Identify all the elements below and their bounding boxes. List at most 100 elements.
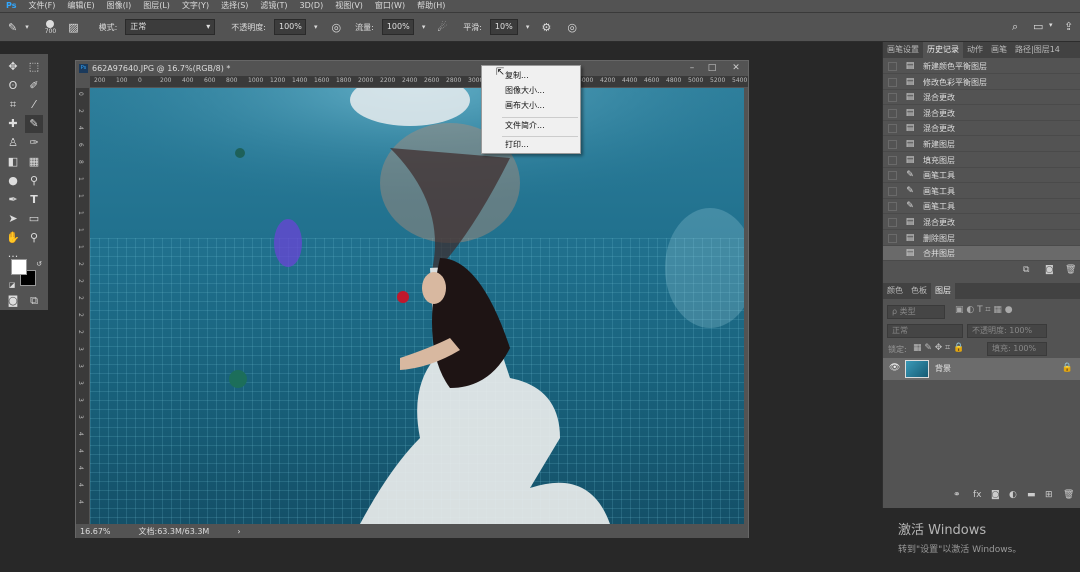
share-icon[interactable]: ⇪ xyxy=(1064,20,1073,33)
history-source-checkbox[interactable] xyxy=(888,77,897,87)
brush-tool-icon[interactable]: ✎ xyxy=(25,115,43,133)
new-layer-icon[interactable]: ⊞ xyxy=(1045,490,1053,500)
blend-mode-select[interactable]: 正常 xyxy=(887,324,963,338)
chevron-down-icon[interactable]: ▾ xyxy=(314,23,318,31)
menu-item-print[interactable]: 打印... xyxy=(482,138,580,152)
trash-icon[interactable]: 🗑 xyxy=(1065,265,1076,275)
menu-edit[interactable]: 编辑(E) xyxy=(67,0,94,12)
crop-tool-icon[interactable]: ⌗ xyxy=(4,96,22,114)
tab-paths[interactable]: 路径|图层14 xyxy=(1011,42,1064,58)
history-state[interactable]: ▤ 新建颜色平衡图层 xyxy=(883,59,1080,74)
minimize-icon[interactable]: – xyxy=(682,61,702,75)
trash-icon[interactable]: 🗑 xyxy=(1063,490,1074,500)
tab-actions[interactable]: 动作 xyxy=(963,42,987,58)
swap-colors-icon[interactable]: ↺ xyxy=(30,255,48,273)
menu-select[interactable]: 选择(S) xyxy=(221,0,248,12)
blur-tool-icon[interactable]: ● xyxy=(4,172,22,190)
add-mask-icon[interactable]: ◙ xyxy=(991,490,1000,500)
move-tool-icon[interactable]: ✥ xyxy=(4,58,22,76)
fx-icon[interactable]: fx xyxy=(973,490,982,500)
menu-item-canvas-size[interactable]: 画布大小... xyxy=(482,99,580,113)
menu-window[interactable]: 窗口(W) xyxy=(375,0,405,12)
history-state[interactable]: ✎ 画笔工具 xyxy=(883,168,1080,184)
history-state[interactable]: ▤ 混合更改 xyxy=(883,215,1080,230)
vertical-ruler[interactable]: 0 2 4 6 8 1 1 1 1 1 2 2 2 2 2 3 3 3 3 3 4 4 4 4 4 xyxy=(76,88,90,524)
history-source-checkbox[interactable] xyxy=(888,202,897,212)
history-state[interactable]: ▤ 混合更改 xyxy=(883,121,1080,137)
ps-logo-icon[interactable]: Ps xyxy=(6,0,16,12)
gradient-tool-icon[interactable]: ▦ xyxy=(25,153,43,171)
hand-tool-icon[interactable]: ✋ xyxy=(4,229,22,247)
smoothing-field[interactable]: 10% xyxy=(489,19,518,35)
brush-tool-icon[interactable]: ✎ xyxy=(8,21,17,34)
menu-file[interactable]: 文件(F) xyxy=(28,0,55,12)
airbrush-icon[interactable]: ☄ xyxy=(437,21,447,34)
pen-tool-icon[interactable]: ✒ xyxy=(4,191,22,209)
shape-tool-icon[interactable]: ▭ xyxy=(25,210,43,228)
screen-mode-icon[interactable]: ⧉ xyxy=(25,292,43,310)
history-state[interactable]: ▤ 填充图层 xyxy=(883,153,1080,168)
lasso-tool-icon[interactable]: ʘ xyxy=(4,77,22,95)
chevron-down-icon[interactable]: ▾ xyxy=(1049,21,1053,29)
history-source-checkbox[interactable] xyxy=(888,108,897,118)
history-source-checkbox[interactable] xyxy=(888,93,897,103)
history-state[interactable]: ▤ 混合更改 xyxy=(883,106,1080,121)
quick-select-tool-icon[interactable]: ✐ xyxy=(25,77,43,95)
adjustment-layer-icon[interactable]: ◐ xyxy=(1009,490,1017,500)
history-source-checkbox[interactable] xyxy=(888,218,897,227)
pressure-opacity-icon[interactable]: ◎ xyxy=(332,21,342,34)
chevron-down-icon[interactable]: ▾ xyxy=(25,23,29,31)
history-state[interactable]: ✎ 画笔工具 xyxy=(883,199,1080,215)
menu-3d[interactable]: 3D(D) xyxy=(300,0,324,12)
foreground-color-swatch[interactable] xyxy=(11,259,27,275)
workspace-icon[interactable]: ▭ xyxy=(1033,20,1043,33)
tab-brush-settings[interactable]: 画笔设置 xyxy=(883,42,923,58)
horizontal-ruler[interactable]: 200 100 0 200 400 600 800 1000 1200 1400 1600 1800 2… xyxy=(90,76,748,88)
history-state[interactable]: ▤ 删除图层 xyxy=(883,231,1080,246)
menu-type[interactable]: 文字(Y) xyxy=(182,0,209,12)
menu-layer[interactable]: 图层(L) xyxy=(143,0,170,12)
tab-history[interactable]: 历史记录 xyxy=(923,42,963,58)
marquee-tool-icon[interactable]: ⬚ xyxy=(25,58,43,76)
close-icon[interactable]: ✕ xyxy=(726,61,746,75)
pressure-size-icon[interactable]: ◎ xyxy=(567,21,577,34)
history-source-checkbox[interactable] xyxy=(888,62,897,71)
history-source-checkbox[interactable] xyxy=(888,140,897,149)
history-source-checkbox[interactable] xyxy=(888,186,897,196)
history-brush-tool-icon[interactable]: ✑ xyxy=(25,134,43,152)
document-tab[interactable]: Ps 662A97640.JPG @ 16.7%(RGB/8) * – □ ✕ xyxy=(76,61,748,76)
history-source-checkbox[interactable] xyxy=(888,171,897,181)
history-state[interactable]: ▤ 修改色彩平衡图层 xyxy=(883,75,1080,90)
menu-image[interactable]: 图像(I) xyxy=(107,0,132,12)
new-document-from-state-icon[interactable]: ⧉ xyxy=(1023,265,1029,275)
layer-filter-kind[interactable]: ρ 类型 xyxy=(887,305,945,319)
tab-brushes[interactable]: 画笔 xyxy=(987,42,1011,58)
chevron-down-icon[interactable]: ▾ xyxy=(422,23,426,31)
eyedropper-tool-icon[interactable]: ⁄ xyxy=(25,96,43,114)
type-tool-icon[interactable]: T xyxy=(25,191,43,209)
gear-icon[interactable]: ⚙ xyxy=(541,21,551,34)
tab-layers[interactable]: 图层 xyxy=(931,283,955,299)
layer-row-background[interactable]: 👁 背景 🔒 xyxy=(883,358,1080,380)
menu-view[interactable]: 视图(V) xyxy=(335,0,363,12)
eraser-tool-icon[interactable]: ◧ xyxy=(4,153,22,171)
lock-icon[interactable]: 🔒 xyxy=(1062,363,1073,373)
tab-swatches[interactable]: 色板 xyxy=(907,283,931,299)
group-folder-icon[interactable]: ▬ xyxy=(1027,490,1036,500)
layer-filter-icons[interactable]: ▣ ◐ T ⌗ ▦ ● xyxy=(955,305,1013,315)
flow-field[interactable]: 100% xyxy=(381,19,414,35)
quick-mask-icon[interactable]: ◙ xyxy=(4,292,22,310)
history-source-checkbox[interactable] xyxy=(888,233,897,243)
history-state[interactable]: ▤ 合并图层 xyxy=(883,246,1080,262)
layer-fill-field[interactable]: 填充: 100% xyxy=(987,342,1047,356)
stamp-tool-icon[interactable]: ♙ xyxy=(4,134,22,152)
search-icon[interactable]: ⌕ xyxy=(1012,20,1018,34)
menu-item-file-info[interactable]: 文件简介... xyxy=(482,119,580,133)
history-state[interactable]: ✎ 画笔工具 xyxy=(883,184,1080,199)
history-source-checkbox[interactable] xyxy=(888,155,897,165)
healing-tool-icon[interactable]: ✚ xyxy=(4,115,22,133)
tab-color[interactable]: 颜色 xyxy=(883,283,907,299)
dodge-tool-icon[interactable]: ⚲ xyxy=(25,172,43,190)
menu-item-image-size[interactable]: 图像大小... xyxy=(482,84,580,98)
mode-select[interactable]: 正常 ▾ xyxy=(125,19,216,35)
